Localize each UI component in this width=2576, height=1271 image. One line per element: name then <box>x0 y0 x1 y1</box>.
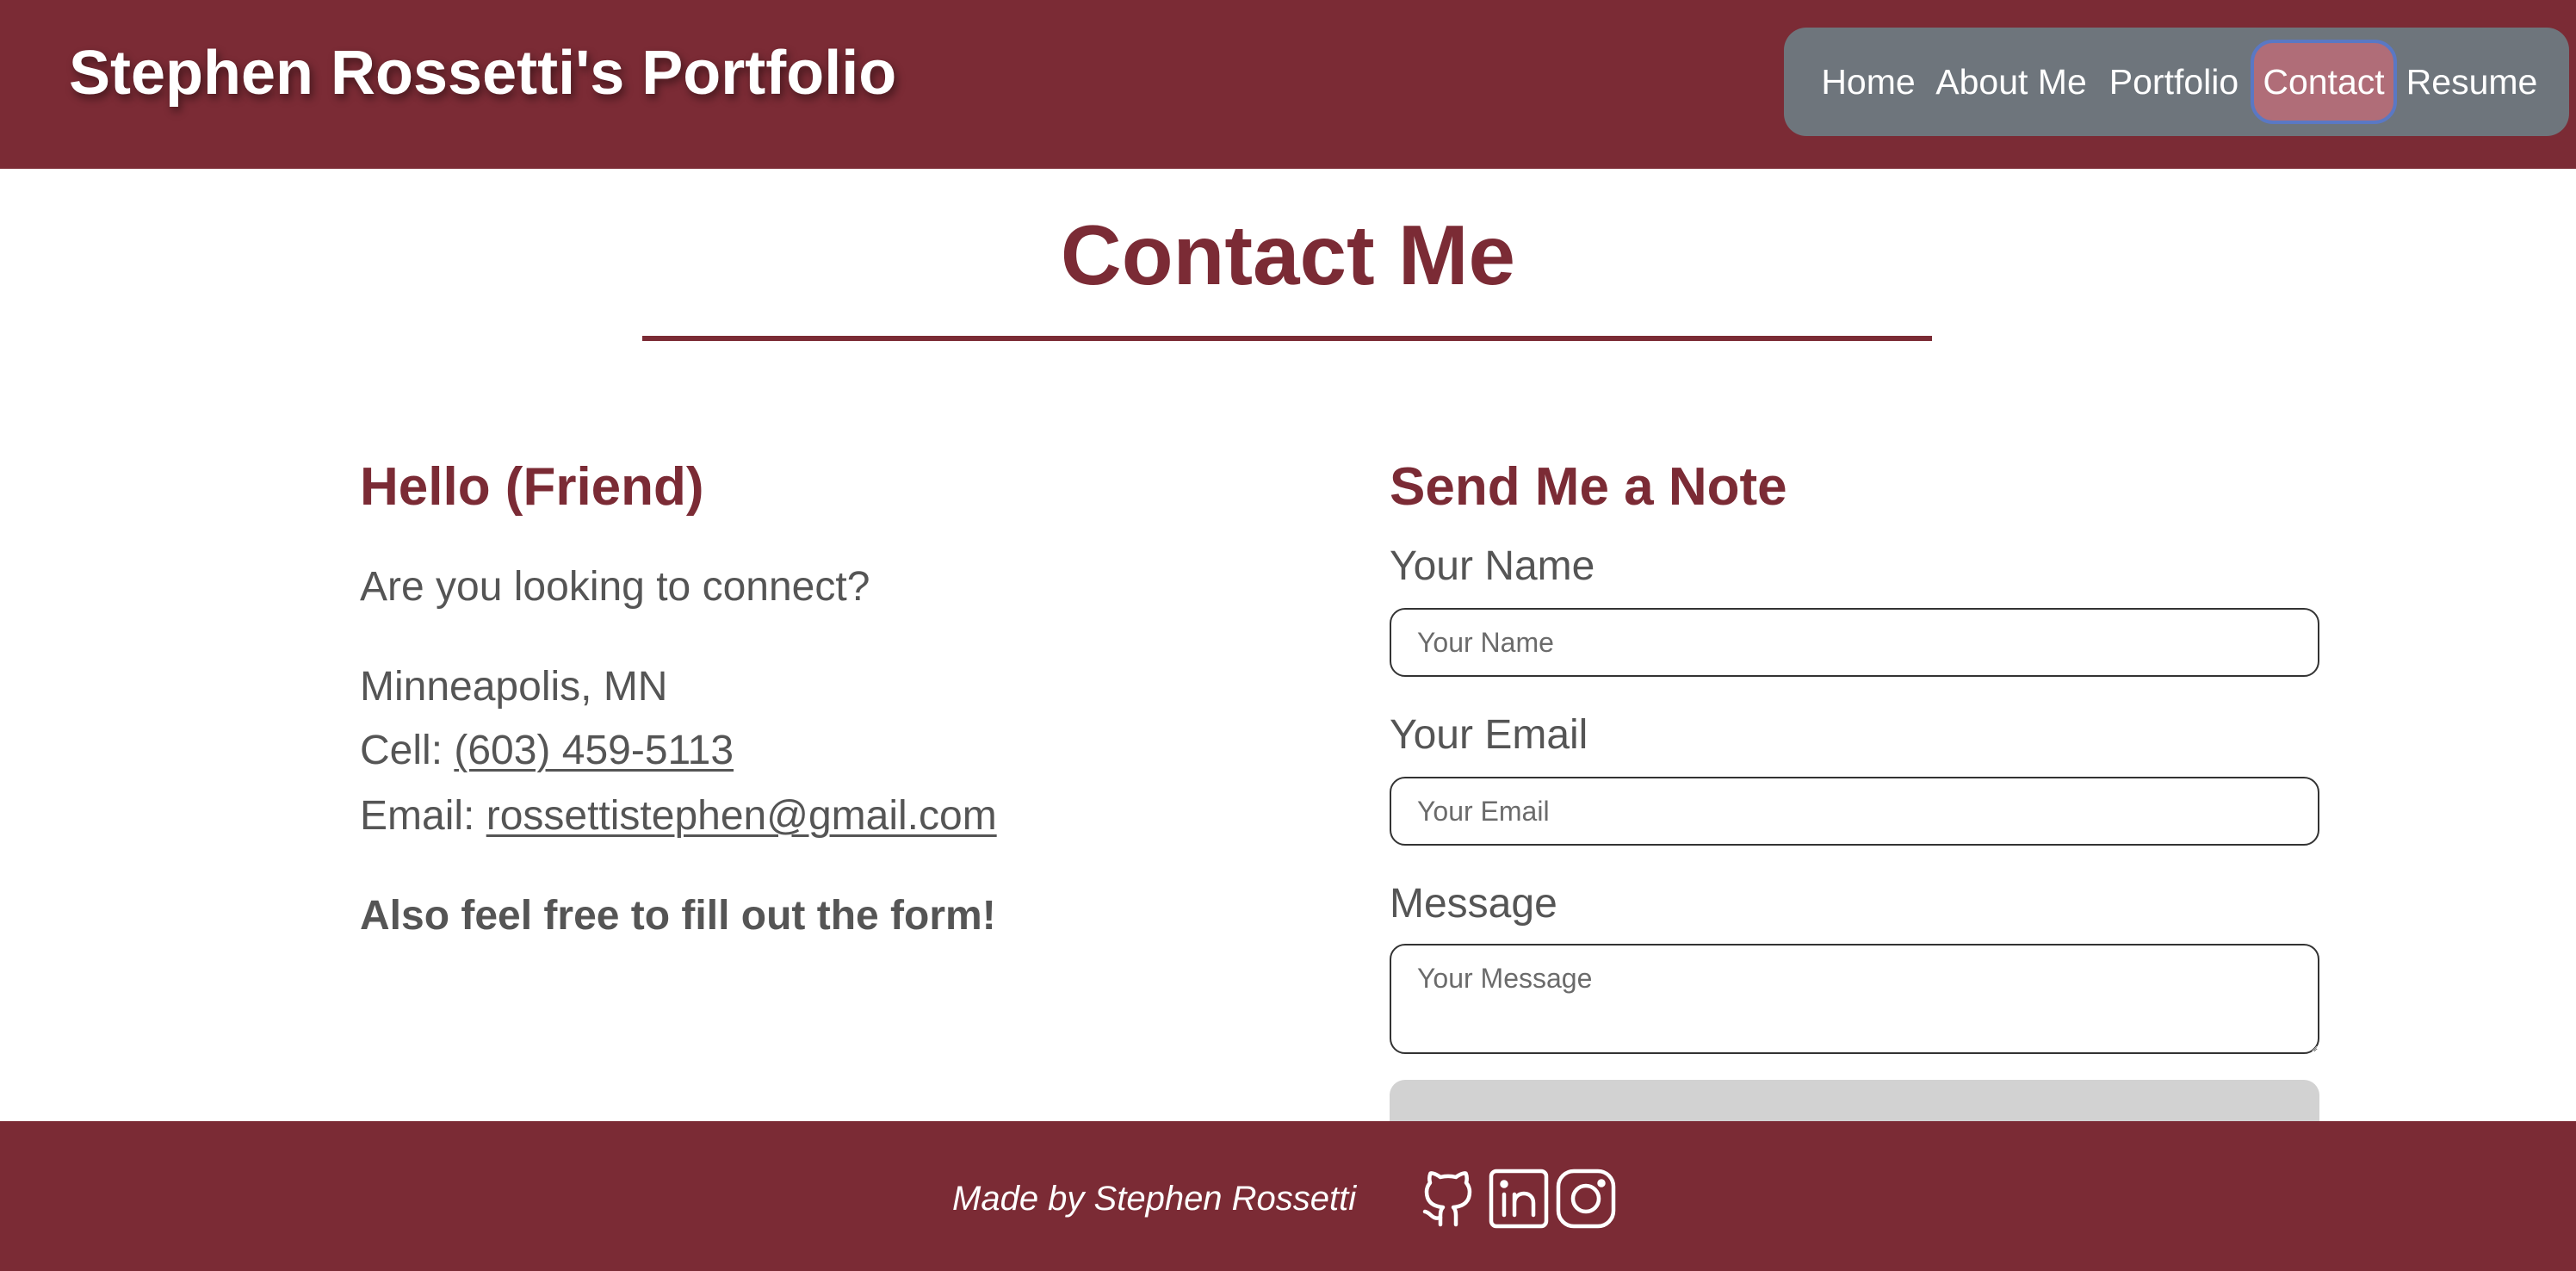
intro-text: Are you looking to connect? <box>360 564 870 610</box>
cell-label: Cell: <box>360 728 455 773</box>
instagram-icon[interactable] <box>1555 1168 1617 1230</box>
site-title: Stephen Rossetti's Portfolio <box>69 39 897 108</box>
location-text: Minneapolis, MN <box>360 664 668 710</box>
cell-line: Cell: (603) 459-5113 <box>360 727 734 774</box>
linkedin-icon[interactable] <box>1488 1168 1550 1230</box>
site-footer: Made by Stephen Rossetti <box>0 1121 2576 1271</box>
nav-about-me[interactable]: About Me <box>1930 40 2092 124</box>
form-heading: Send Me a Note <box>1390 457 1787 517</box>
email-input[interactable] <box>1390 777 2319 846</box>
form-cta-text: Also feel free to fill out the form! <box>360 893 996 939</box>
footer-credit: Made by Stephen Rossetti <box>952 1180 1357 1218</box>
nav-home[interactable]: Home <box>1815 40 1922 124</box>
email-field-label: Your Email <box>1390 712 1588 758</box>
message-label: Message <box>1390 881 1557 927</box>
nav-portfolio[interactable]: Portfolio <box>2102 40 2245 124</box>
title-divider <box>642 336 1932 341</box>
phone-link[interactable]: (603) 459-5113 <box>454 728 734 773</box>
email-line: Email: rossettistephen@gmail.com <box>360 792 997 840</box>
site-header: Stephen Rossetti's Portfolio Home About … <box>0 0 2576 169</box>
main-nav: Home About Me Portfolio Contact Resume <box>1784 28 2569 136</box>
page-title: Contact Me <box>1060 208 1516 302</box>
greeting-heading: Hello (Friend) <box>360 457 704 517</box>
name-input[interactable] <box>1390 608 2319 677</box>
name-label: Your Name <box>1390 543 1595 589</box>
github-icon[interactable] <box>1417 1168 1479 1230</box>
email-link[interactable]: rossettistephen@gmail.com <box>486 793 997 839</box>
nav-contact[interactable]: Contact <box>2251 40 2397 124</box>
email-label: Email: <box>360 793 486 839</box>
message-textarea[interactable] <box>1390 944 2319 1054</box>
nav-resume[interactable]: Resume <box>2402 40 2542 124</box>
